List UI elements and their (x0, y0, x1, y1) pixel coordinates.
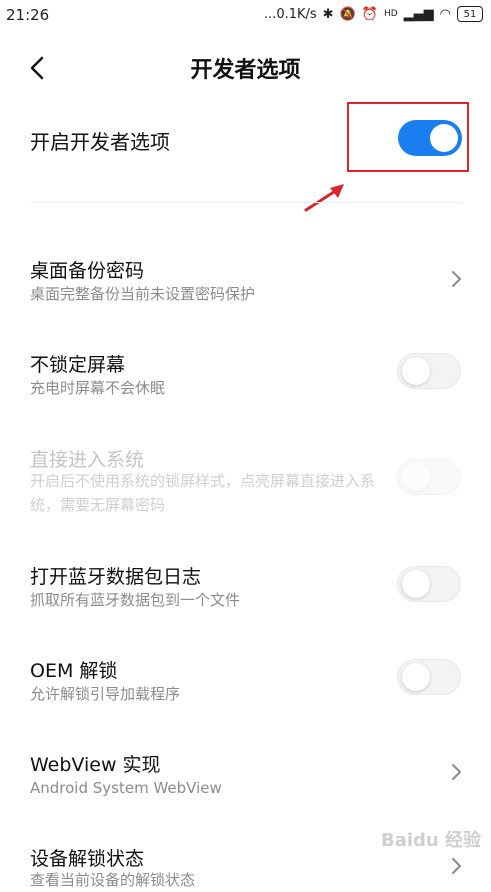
title-bar: 开发者选项 (0, 44, 491, 92)
setting-subtitle: 充电时屏幕不会休眠 (30, 379, 166, 397)
status-icons: ...0.1K/s ✱ 🔕 ⏰ HD ▂▄▆ ◠ 51 (264, 6, 483, 22)
toggle-knob (402, 663, 430, 691)
toggle-knob (402, 357, 430, 385)
setting-title: 桌面备份密码 (30, 260, 145, 282)
bluetooth-icon: ✱ (322, 6, 334, 22)
watermark: Baidu 经验 (380, 830, 481, 851)
signal-icon: ▂▄▆ (403, 6, 434, 22)
setting-title: OEM 解锁 (30, 660, 118, 682)
setting-direct-enter-system: 直接进入系统 开启后不使用系统的锁屏样式，点亮屏幕直接进入系统，需要无屏幕密码 (0, 443, 491, 519)
chevron-right-icon (452, 858, 461, 874)
oem-unlock-toggle[interactable] (397, 659, 461, 695)
setting-subtitle: Android System WebView (30, 779, 222, 797)
stay-awake-toggle[interactable] (397, 353, 461, 389)
annotation-highlight-box (347, 102, 469, 172)
toggle-knob (402, 570, 430, 598)
battery-icon: 51 (457, 6, 483, 22)
setting-subtitle: 抓取所有蓝牙数据包到一个文件 (30, 591, 241, 609)
setting-webview-implementation[interactable]: WebView 实现 Android System WebView (0, 748, 491, 808)
direct-enter-toggle (397, 459, 461, 495)
battery-level: 51 (463, 8, 477, 20)
toggle-knob (402, 463, 430, 491)
bluetooth-log-toggle[interactable] (397, 566, 461, 602)
setting-title: 不锁定屏幕 (30, 354, 126, 376)
setting-stay-awake[interactable]: 不锁定屏幕 充电时屏幕不会休眠 (0, 344, 491, 404)
wifi-icon: ◠ (439, 6, 451, 22)
status-time: 21:26 (6, 6, 50, 24)
status-bar: 21:26 ...0.1K/s ✱ 🔕 ⏰ HD ▂▄▆ ◠ 51 (0, 0, 491, 30)
annotation-arrow-icon (304, 184, 344, 212)
chevron-right-icon (452, 764, 461, 780)
divider (30, 202, 461, 203)
chevron-right-icon (452, 271, 461, 287)
setting-title: 设备解锁状态 (30, 848, 145, 870)
setting-title: 直接进入系统 (30, 449, 145, 471)
setting-bluetooth-hci-log[interactable]: 打开蓝牙数据包日志 抓取所有蓝牙数据包到一个文件 (0, 560, 491, 620)
setting-oem-unlock[interactable]: OEM 解锁 允许解锁引导加载程序 (0, 654, 491, 714)
setting-subtitle: 桌面完整备份当前未设置密码保护 (30, 285, 256, 303)
setting-subtitle: 查看当前设备的解锁状态 (30, 871, 196, 889)
setting-subtitle: 允许解锁引导加载程序 (30, 685, 181, 703)
alarm-icon: ⏰ (361, 6, 378, 22)
setting-subtitle: 开启后不使用系统的锁屏样式，点亮屏幕直接进入系统，需要无屏幕密码 (30, 472, 376, 514)
setting-title: 打开蓝牙数据包日志 (30, 566, 202, 588)
mute-icon: 🔕 (339, 6, 356, 22)
master-toggle-label: 开启开发者选项 (30, 130, 170, 154)
hd-indicator: HD (383, 9, 398, 19)
net-speed: ...0.1K/s (263, 6, 317, 22)
page-title: 开发者选项 (190, 58, 301, 83)
setting-title: WebView 实现 (30, 754, 161, 776)
setting-desktop-backup-password[interactable]: 桌面备份密码 桌面完整备份当前未设置密码保护 (0, 250, 491, 310)
